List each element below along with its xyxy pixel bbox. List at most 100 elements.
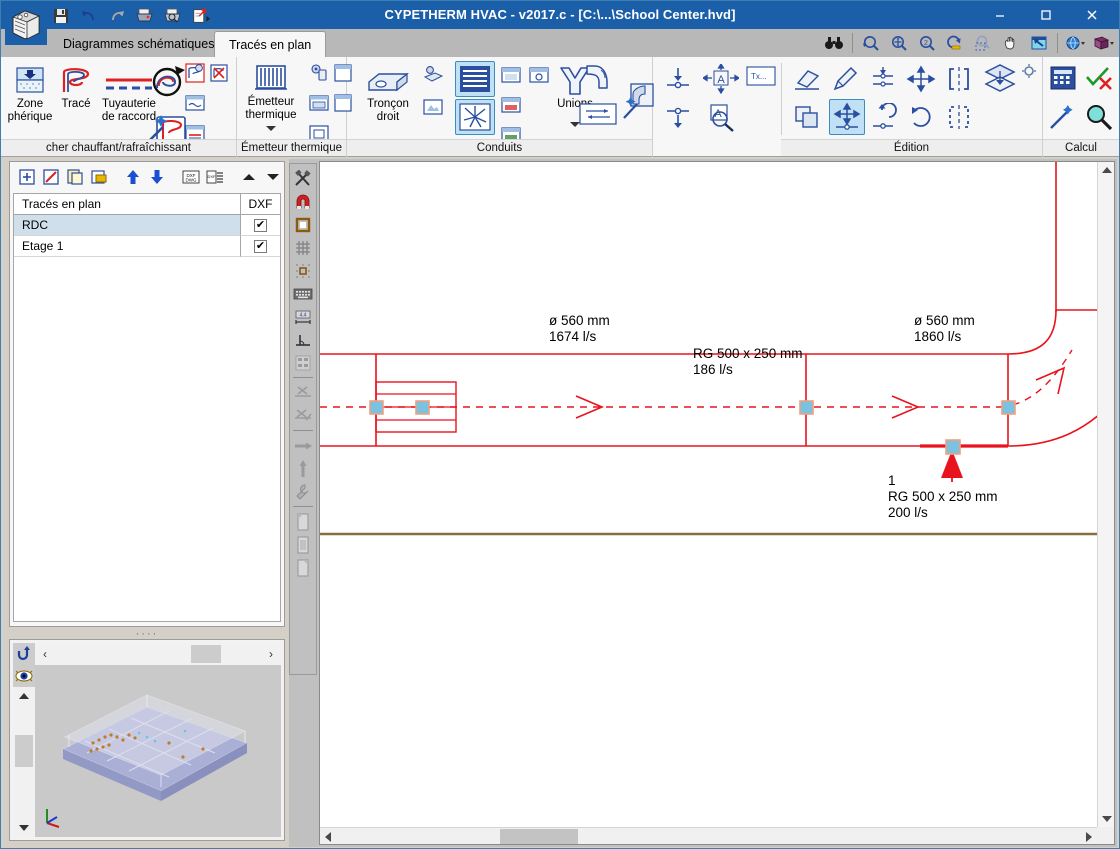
scroll-down-arrow[interactable]: [1098, 810, 1115, 827]
dxf-background-icon[interactable]: [292, 351, 314, 374]
print-icon[interactable]: [135, 6, 155, 26]
collapse-icon[interactable]: [240, 167, 258, 187]
panel-splitter[interactable]: ····: [9, 628, 285, 640]
snap-tools-icon[interactable]: [292, 167, 314, 190]
coil-edit-icon[interactable]: [183, 61, 207, 85]
duct-copy-icon[interactable]: [499, 63, 523, 87]
angle-icon[interactable]: [292, 328, 314, 351]
paste-1-icon[interactable]: [292, 510, 314, 533]
duct-settings-icon[interactable]: [421, 63, 445, 87]
table-row[interactable]: RDC ✔: [14, 215, 280, 236]
text-label-icon[interactable]: Tx...: [745, 65, 777, 87]
dxf-checkbox-rdc[interactable]: ✔: [240, 215, 280, 236]
scroll-right-arrow[interactable]: ›: [261, 647, 281, 661]
dxf-list-icon[interactable]: DXF: [206, 167, 224, 187]
edit-plan-icon[interactable]: [42, 167, 60, 187]
zoom-window-icon[interactable]: [970, 30, 996, 56]
duct-grille-icon[interactable]: [455, 61, 495, 97]
eraser-icon[interactable]: [791, 63, 823, 95]
copy-plan-icon[interactable]: [66, 167, 84, 187]
union-swap-icon[interactable]: [577, 101, 619, 127]
copy-layer-icon[interactable]: [981, 61, 1019, 95]
zoom-redraw-icon[interactable]: [942, 30, 968, 56]
help-book-icon[interactable]: [1091, 30, 1117, 56]
move-selected-icon[interactable]: [829, 99, 865, 135]
find-text-icon[interactable]: A: [701, 101, 741, 133]
scroll-up-arrow[interactable]: [13, 687, 35, 705]
copy-icon[interactable]: [791, 101, 823, 133]
delete-plan-icon[interactable]: [90, 167, 108, 187]
ortho-square-icon[interactable]: [292, 213, 314, 236]
scroll-left-arrow[interactable]: [320, 828, 337, 845]
app-logo[interactable]: [5, 3, 47, 45]
undo-icon[interactable]: [79, 6, 99, 26]
bend-union-icon[interactable]: [579, 61, 615, 95]
zoom-restore-icon[interactable]: [1026, 30, 1052, 56]
pencil-edit-icon[interactable]: [829, 63, 861, 95]
chevron-down-icon[interactable]: [264, 123, 278, 136]
zoom-previous-icon[interactable]: [858, 30, 884, 56]
maximize-button[interactable]: [1023, 2, 1069, 28]
wand-icon[interactable]: [1047, 101, 1079, 133]
calculator-icon[interactable]: [1047, 63, 1079, 95]
coil-table-icon[interactable]: [183, 91, 207, 115]
scroll-up-arrow[interactable]: [1098, 162, 1115, 179]
paste-2-icon[interactable]: [292, 533, 314, 556]
magnifier-icon[interactable]: [1083, 101, 1115, 133]
arrow-vertical-icon[interactable]: [292, 457, 314, 480]
export-icon[interactable]: [191, 6, 211, 26]
align-up-icon[interactable]: [661, 101, 695, 133]
duct-explode-icon[interactable]: [455, 99, 495, 135]
print-preview-icon[interactable]: [163, 6, 183, 26]
elbow-wand-icon[interactable]: [623, 77, 655, 123]
grid-icon[interactable]: [292, 236, 314, 259]
move-text-icon[interactable]: A: [701, 63, 741, 95]
move-up-icon[interactable]: [124, 167, 142, 187]
magnet-snap-icon[interactable]: [292, 190, 314, 213]
keyboard-entry-icon[interactable]: [292, 282, 314, 305]
emetteur-thermique-button[interactable]: Émetteur thermique: [237, 60, 305, 136]
add-plan-icon[interactable]: [18, 167, 36, 187]
tab-diagrammes-schematiques[interactable]: Diagrammes schématiques: [49, 32, 228, 57]
rotate-cw-icon[interactable]: [905, 101, 937, 133]
preview-horizontal-scrollbar[interactable]: ‹ ›: [35, 643, 281, 665]
emitter-table-icon[interactable]: [307, 91, 331, 115]
minimize-button[interactable]: [977, 2, 1023, 28]
move-icon[interactable]: [905, 63, 937, 95]
preview-3d-canvas[interactable]: [35, 665, 281, 837]
dxf-dwg-icon[interactable]: DXF DWG: [182, 167, 200, 187]
canvas-horizontal-scrollbar[interactable]: [320, 827, 1097, 844]
rotate-ccw-icon[interactable]: [867, 101, 899, 133]
scroll-thumb[interactable]: [191, 645, 221, 663]
duct-image-icon[interactable]: [421, 95, 445, 119]
troncon-droit-button[interactable]: Tronçon droit: [355, 60, 421, 136]
rotate-3d-icon[interactable]: [13, 643, 35, 665]
dxf-checkbox-etage1[interactable]: ✔: [240, 236, 280, 257]
scroll-right-arrow[interactable]: [1080, 828, 1097, 845]
wrench-icon[interactable]: [292, 480, 314, 503]
check-errors-icon[interactable]: [1083, 63, 1115, 95]
mirror-horizontal-icon[interactable]: [943, 101, 975, 133]
scroll-thumb[interactable]: [15, 735, 33, 767]
dimension-icon[interactable]: 4.4: [292, 305, 314, 328]
save-icon[interactable]: [51, 6, 71, 26]
layer-gear-icon[interactable]: [1019, 61, 1039, 81]
move-down-icon[interactable]: [148, 167, 166, 187]
scroll-left-arrow[interactable]: ‹: [35, 647, 55, 661]
zoom-extents-icon[interactable]: [886, 30, 912, 56]
expand-icon[interactable]: [264, 167, 282, 187]
scroll-down-arrow[interactable]: [13, 819, 35, 837]
close-button[interactable]: [1069, 2, 1115, 28]
distribute-icon[interactable]: [867, 63, 899, 95]
arrow-horizontal-icon[interactable]: [292, 434, 314, 457]
redo-icon[interactable]: [107, 6, 127, 26]
pan-hand-icon[interactable]: [998, 30, 1024, 56]
zoom-2x-icon[interactable]: 2: [914, 30, 940, 56]
eye-visibility-icon[interactable]: [13, 665, 35, 687]
trim-icon[interactable]: [292, 404, 314, 427]
mirror-vertical-icon[interactable]: [943, 63, 975, 95]
paste-3-icon[interactable]: [292, 556, 314, 579]
table-row[interactable]: Etage 1 ✔: [14, 236, 280, 257]
align-down-icon[interactable]: [661, 63, 695, 95]
canvas-vertical-scrollbar[interactable]: [1097, 162, 1114, 827]
